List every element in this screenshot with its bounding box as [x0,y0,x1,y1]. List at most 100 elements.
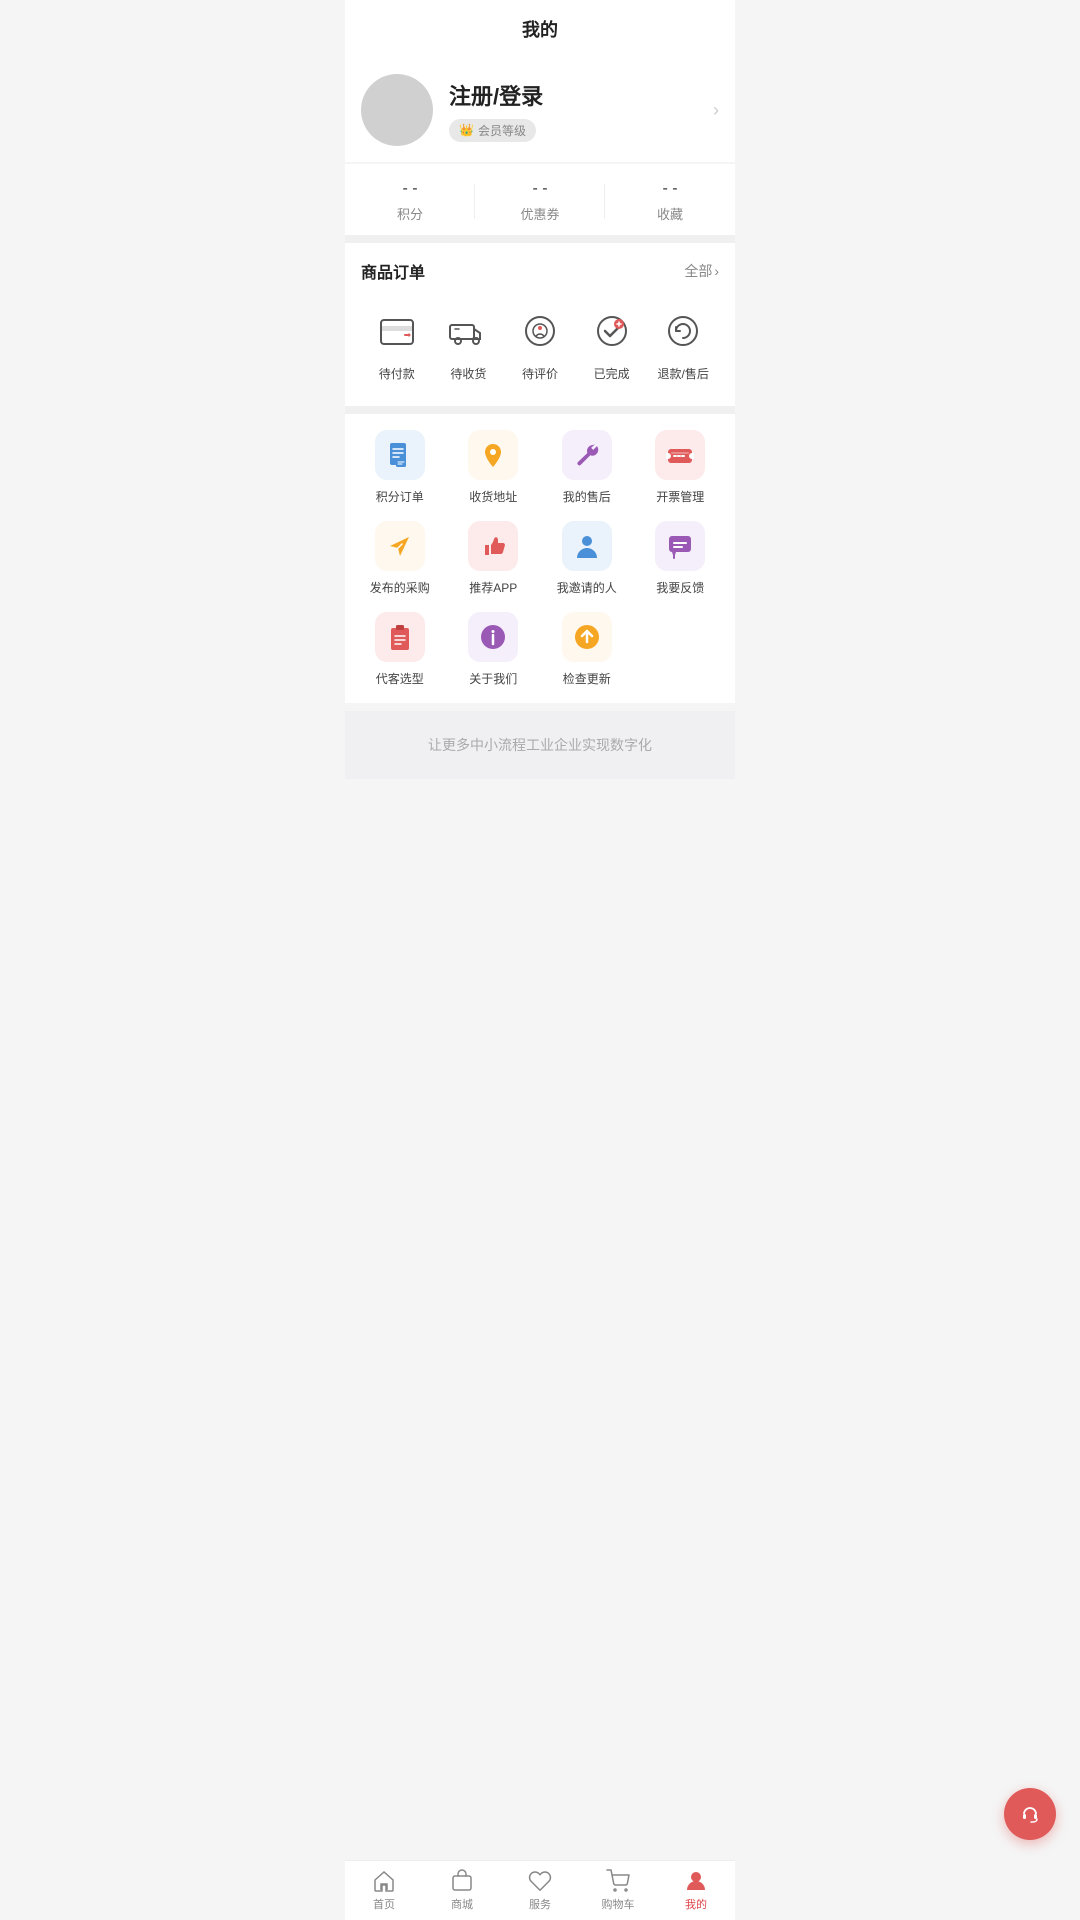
services-grid: 积分订单 收货地址 我的售后 [353,430,727,687]
service-label-after-sale: 我的售后 [563,488,611,505]
customer-service-fab[interactable] [1004,1788,1056,1840]
stat-coupons-value: - - [475,180,605,198]
service-icon-invite [562,521,612,571]
refund-icon [663,311,703,351]
nav-label-home: 首页 [373,1896,395,1912]
orders-grid: 待付款 待收货 [361,299,719,398]
order-item-pending-receive[interactable]: 待收货 [433,307,505,382]
service-icon-proxy-select [375,612,425,662]
nav-label-shop: 商城 [451,1896,473,1912]
chat-icon [666,532,694,560]
service-label-address: 收货地址 [469,488,517,505]
stat-favorites-value: - - [605,180,735,198]
service-icon-feedback [655,521,705,571]
nav-label-cart: 购物车 [602,1896,635,1912]
service-label-update: 检查更新 [563,670,611,687]
delivery-icon [448,311,488,351]
service-label-feedback: 我要反馈 [656,579,704,596]
service-label-about: 关于我们 [469,670,517,687]
profile-info: 注册/登录 👑 会员等级 [449,79,713,142]
order-item-pending-pay[interactable]: 待付款 [361,307,433,382]
document-icon [386,441,414,469]
upload-icon [573,623,601,651]
service-item-points-order[interactable]: 积分订单 [353,430,447,505]
send-icon [386,532,414,560]
crown-icon: 👑 [459,123,474,137]
person-icon [573,532,601,560]
order-icon-pending-pay-wrap [373,307,421,355]
order-item-completed[interactable]: 已完成 [576,307,648,382]
bottom-navigation: 首页 商城 服务 购物车 我的 [345,1860,735,1920]
clipboard-icon [386,623,414,651]
review-icon [520,311,560,351]
service-label-invoice: 开票管理 [656,488,704,505]
service-item-about[interactable]: 关于我们 [447,612,541,687]
service-item-address[interactable]: 收货地址 [447,430,541,505]
stat-points[interactable]: - - 积分 [345,180,475,223]
member-level-label: 会员等级 [478,122,526,139]
order-icon-completed-wrap [588,307,636,355]
banner-text: 让更多中小流程工业企业实现数字化 [428,737,652,753]
service-item-after-sale[interactable]: 我的售后 [540,430,634,505]
stat-coupons[interactable]: - - 优惠券 [475,180,605,223]
divider-1 [345,235,735,243]
order-icon-pending-receive-wrap [444,307,492,355]
profile-chevron-icon: › [713,100,719,121]
location-icon [479,441,507,469]
service-icon-recommend [468,521,518,571]
service-item-update[interactable]: 检查更新 [540,612,634,687]
nav-label-mine: 我的 [685,1896,707,1912]
profile-name: 注册/登录 [449,79,713,111]
headphone-icon [1017,1801,1043,1827]
divider-2 [345,406,735,414]
orders-more-chevron: › [714,263,719,279]
wrench-icon [573,441,601,469]
order-icon-pending-review-wrap [516,307,564,355]
page-title: 我的 [522,20,558,40]
service-icon-purchase [375,521,425,571]
service-label-recommend: 推荐APP [469,579,517,596]
service-item-invoice[interactable]: 开票管理 [634,430,728,505]
page-header: 我的 [345,0,735,54]
nav-item-mine[interactable]: 我的 [657,1861,735,1920]
order-label-pending-pay: 待付款 [379,365,415,382]
nav-item-home[interactable]: 首页 [345,1861,423,1920]
completed-icon [592,311,632,351]
orders-section: 商品订单 全部 › 待付款 [345,243,735,406]
orders-more-button[interactable]: 全部 › [684,261,719,281]
service-icon-invoice [655,430,705,480]
order-item-pending-review[interactable]: 待评价 [504,307,576,382]
order-label-refund: 退款/售后 [658,365,709,382]
profile-section[interactable]: 注册/登录 👑 会员等级 › [345,54,735,162]
service-label-invite: 我邀请的人 [557,579,617,596]
stat-favorites[interactable]: - - 收藏 [605,180,735,223]
service-icon-after-sale [562,430,612,480]
service-label-purchase: 发布的采购 [370,579,430,596]
info-icon [479,623,507,651]
nav-item-shop[interactable]: 商城 [423,1861,501,1920]
user-nav-icon [684,1869,708,1893]
stat-points-value: - - [345,180,475,198]
services-section: 积分订单 收货地址 我的售后 [345,414,735,703]
order-item-refund[interactable]: 退款/售后 [647,307,719,382]
service-item-recommend[interactable]: 推荐APP [447,521,541,596]
stat-favorites-label: 收藏 [605,204,735,223]
nav-item-service[interactable]: 服务 [501,1861,579,1920]
nav-item-cart[interactable]: 购物车 [579,1861,657,1920]
service-item-invite[interactable]: 我邀请的人 [540,521,634,596]
ticket-icon [666,441,694,469]
order-label-pending-review: 待评价 [522,365,558,382]
service-item-purchase[interactable]: 发布的采购 [353,521,447,596]
service-item-proxy-select[interactable]: 代客选型 [353,612,447,687]
service-nav-icon [528,1869,552,1893]
service-icon-about [468,612,518,662]
service-label-points-order: 积分订单 [376,488,424,505]
stats-section: - - 积分 - - 优惠券 - - 收藏 [345,164,735,235]
service-item-feedback[interactable]: 我要反馈 [634,521,728,596]
thumbup-icon [479,532,507,560]
wallet-icon [377,311,417,351]
service-icon-address [468,430,518,480]
cart-nav-icon [606,1869,630,1893]
order-label-pending-receive: 待收货 [450,365,486,382]
member-badge: 👑 会员等级 [449,119,536,142]
